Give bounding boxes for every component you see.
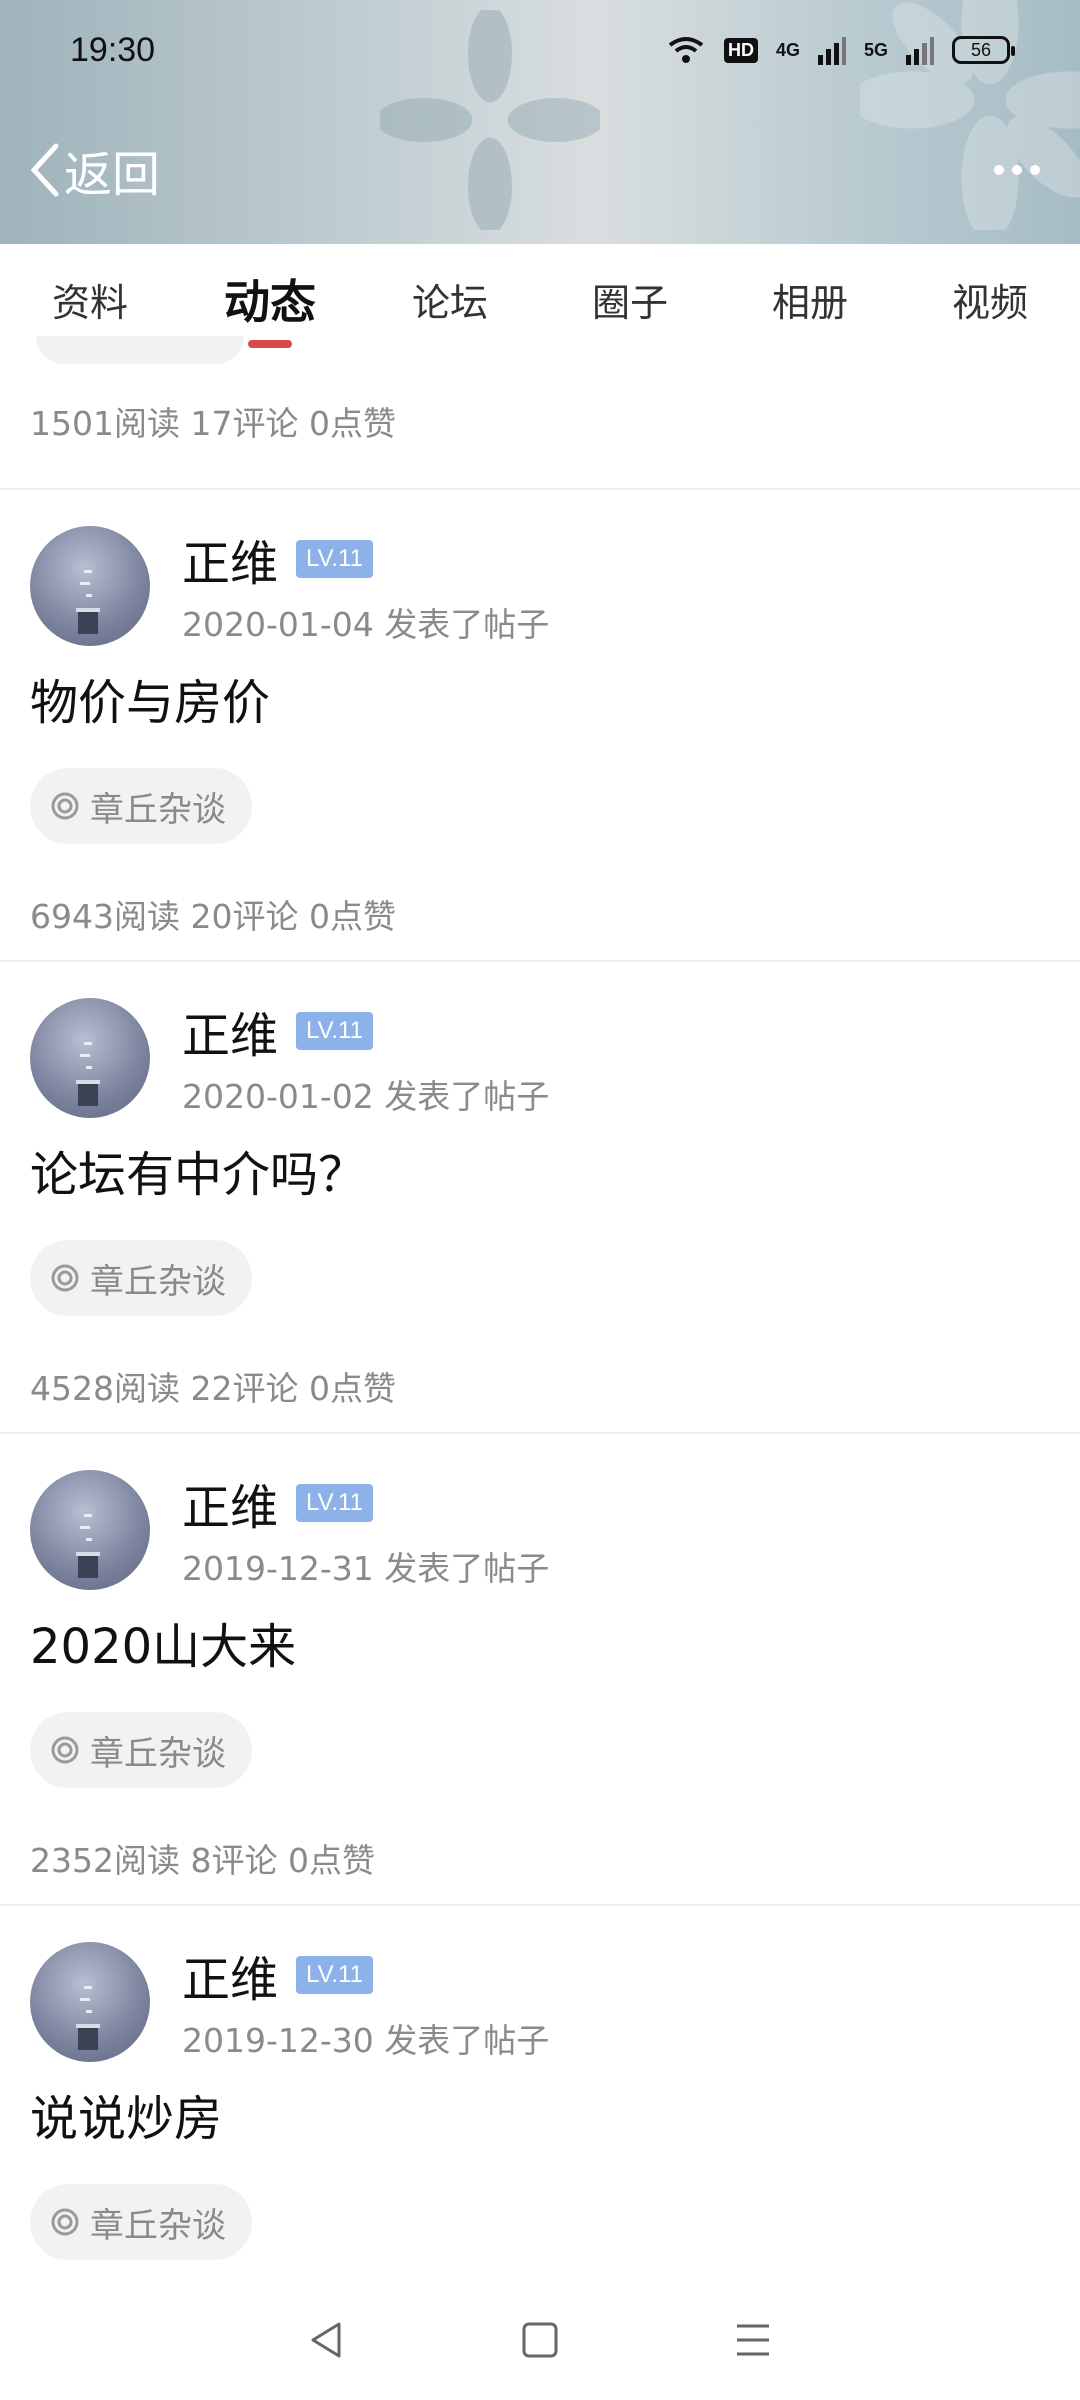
stats-text: 4528阅读 22评论 0点赞 xyxy=(30,1369,396,1408)
hd-badge: HD xyxy=(723,37,758,63)
post-date: 2019-12-31 xyxy=(182,1549,374,1588)
avatar-image-icon xyxy=(76,1986,100,2050)
forum-tag[interactable]: 章丘杂谈 xyxy=(30,768,252,844)
nav-bar: 返回 xyxy=(0,125,1080,215)
author-row: 正维 LV.11 2020-01-04 发表了帖子 xyxy=(0,526,1080,648)
profile-header: 19:30 HD 4G 5G 56 返回 xyxy=(0,0,1080,244)
avatar[interactable] xyxy=(30,998,150,1118)
post-date: 2019-12-30 xyxy=(182,2021,374,2060)
post-item[interactable]: 正维 LV.11 2019-12-31 发表了帖子 2020山大来 章丘杂谈 2… xyxy=(0,1434,1080,1906)
menu-lines-icon xyxy=(737,2324,770,2356)
nav-menu-button[interactable] xyxy=(723,2310,783,2370)
post-title[interactable]: 论坛有中介吗？ xyxy=(0,1140,1080,1210)
author-name[interactable]: 正维 xyxy=(182,1940,278,2010)
system-nav-bar xyxy=(0,2280,1080,2400)
wifi-icon xyxy=(668,37,704,63)
author-row: 正维 LV.11 2019-12-31 发表了帖子 xyxy=(0,1470,1080,1592)
more-dot-icon xyxy=(994,165,1004,175)
status-bar: 19:30 HD 4G 5G 56 xyxy=(0,0,1080,100)
status-time: 19:30 xyxy=(70,30,156,69)
signal-5g-label: 5G xyxy=(863,39,888,60)
nav-home-button[interactable] xyxy=(510,2310,570,2370)
name-line: 正维 LV.11 xyxy=(182,998,549,1064)
profile-page: 19:30 HD 4G 5G 56 返回 资料 动态 论坛 圈子 相册 视频 1… xyxy=(0,0,1080,2400)
post-date: 2020-01-02 xyxy=(182,1077,374,1116)
post-action: 发表了帖子 xyxy=(384,1077,550,1116)
level-badge: LV.11 xyxy=(296,1012,373,1050)
back-chevron-icon xyxy=(30,143,59,197)
author-name[interactable]: 正维 xyxy=(182,996,278,1066)
post-stats: 1501阅读 17评论 0点赞 xyxy=(0,354,1080,490)
post-meta: 2019-12-31 发表了帖子 xyxy=(182,1542,549,1590)
forum-target-icon xyxy=(51,1264,79,1292)
forum-target-icon xyxy=(51,792,79,820)
stats-text: 6943阅读 20评论 0点赞 xyxy=(30,897,396,936)
triangle-back-icon xyxy=(311,2322,341,2358)
forum-target-icon xyxy=(51,2208,79,2236)
post-action: 发表了帖子 xyxy=(384,605,550,644)
post-date: 2020-01-04 xyxy=(182,605,374,644)
author-row: 正维 LV.11 2019-12-30 发表了帖子 xyxy=(0,1942,1080,2064)
post-title[interactable]: 物价与房价 xyxy=(0,668,1080,738)
level-badge: LV.11 xyxy=(296,1956,373,1994)
forum-tag[interactable]: 章丘杂谈 xyxy=(30,2184,252,2260)
author-name[interactable]: 正维 xyxy=(182,524,278,594)
post-item[interactable]: 正维 LV.11 2020-01-02 发表了帖子 论坛有中介吗？ 章丘杂谈 4… xyxy=(0,962,1080,1434)
signal-bars-icon xyxy=(817,37,846,65)
avatar-image-icon xyxy=(76,1042,100,1106)
battery-indicator: 56 xyxy=(952,36,1015,64)
tab-videos[interactable]: 视频 xyxy=(900,244,1080,354)
activity-feed: 1501阅读 17评论 0点赞 正维 LV.11 2020-01-04 发表了帖… xyxy=(0,336,1080,2378)
post-item[interactable]: 正维 LV.11 2020-01-04 发表了帖子 物价与房价 章丘杂谈 694… xyxy=(0,490,1080,962)
back-label: 返回 xyxy=(64,147,161,203)
author-info: 正维 LV.11 2019-12-30 发表了帖子 xyxy=(182,1942,549,2064)
post-action: 发表了帖子 xyxy=(384,1549,550,1588)
post-meta: 2020-01-02 发表了帖子 xyxy=(182,1070,549,1118)
author-row: 正维 LV.11 2020-01-02 发表了帖子 xyxy=(0,998,1080,1120)
avatar[interactable] xyxy=(30,1942,150,2062)
avatar-image-icon xyxy=(76,570,100,634)
tab-circles[interactable]: 圈子 xyxy=(540,244,720,354)
nav-back-button[interactable] xyxy=(297,2310,357,2370)
square-home-icon xyxy=(522,2322,558,2358)
author-info: 正维 LV.11 2020-01-04 发表了帖子 xyxy=(182,526,549,648)
author-info: 正维 LV.11 2019-12-31 发表了帖子 xyxy=(182,1470,549,1592)
forum-tag-label: 章丘杂谈 xyxy=(90,2205,226,2246)
forum-tag-label: 章丘杂谈 xyxy=(90,789,226,830)
avatar[interactable] xyxy=(30,526,150,646)
name-line: 正维 LV.11 xyxy=(182,1942,549,2008)
back-button[interactable]: 返回 xyxy=(30,135,160,205)
status-icons: HD 4G 5G 56 xyxy=(666,35,1015,65)
signal-bars-icon xyxy=(906,37,934,65)
stats-text: 2352阅读 8评论 0点赞 xyxy=(30,1841,375,1880)
post-title[interactable]: 2020山大来 xyxy=(0,1612,1080,1682)
forum-tag[interactable]: 章丘杂谈 xyxy=(30,1240,252,1316)
post-meta: 2020-01-04 发表了帖子 xyxy=(182,598,549,646)
tab-forum[interactable]: 论坛 xyxy=(360,244,540,354)
post-meta: 2019-12-30 发表了帖子 xyxy=(182,2014,549,2062)
name-line: 正维 LV.11 xyxy=(182,1470,549,1536)
forum-tag[interactable]: 章丘杂谈 xyxy=(30,1712,252,1788)
post-title[interactable]: 说说炒房 xyxy=(0,2084,1080,2154)
forum-target-icon xyxy=(51,1736,79,1764)
name-line: 正维 LV.11 xyxy=(182,526,549,592)
author-name[interactable]: 正维 xyxy=(182,1468,278,1538)
forum-tag-partial[interactable] xyxy=(36,336,244,364)
author-info: 正维 LV.11 2020-01-02 发表了帖子 xyxy=(182,998,549,1120)
level-badge: LV.11 xyxy=(296,540,373,578)
avatar[interactable] xyxy=(30,1470,150,1590)
more-options-button[interactable] xyxy=(994,165,1050,175)
level-badge: LV.11 xyxy=(296,1484,373,1522)
more-dot-icon xyxy=(1012,165,1022,175)
more-dot-icon xyxy=(1030,165,1040,175)
stats-text: 1501阅读 17评论 0点赞 xyxy=(30,404,396,443)
avatar-image-icon xyxy=(76,1514,100,1578)
signal-4g-label: 4G xyxy=(775,39,800,60)
forum-tag-label: 章丘杂谈 xyxy=(90,1733,226,1774)
tab-album[interactable]: 相册 xyxy=(720,244,900,354)
post-action: 发表了帖子 xyxy=(384,2021,550,2060)
forum-tag-label: 章丘杂谈 xyxy=(90,1261,226,1302)
